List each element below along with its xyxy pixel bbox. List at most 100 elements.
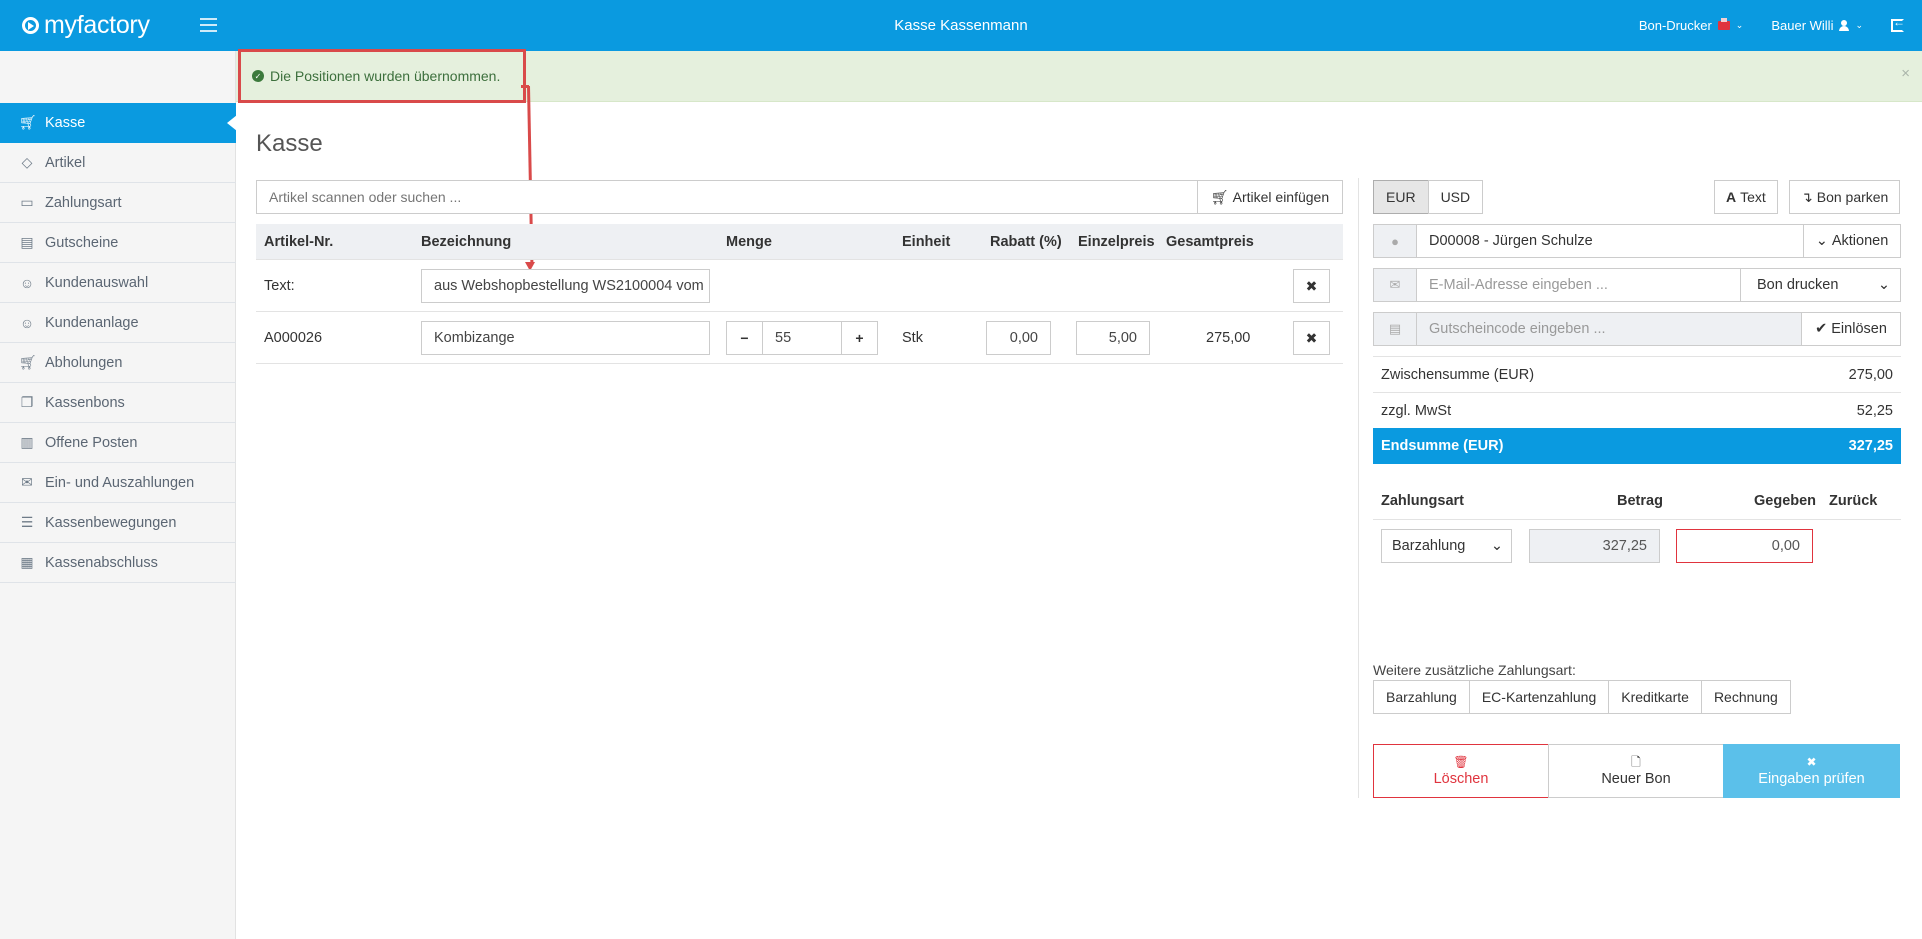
column-header: Einzelpreis (1078, 234, 1155, 250)
table-row: A000026 Kombizange − 55 + Stk 0,00 5,00 … (256, 312, 1343, 364)
vat-value: 52,25 (1856, 402, 1893, 419)
close-icon: ✖ (1806, 754, 1817, 769)
user-label: Bauer Willi (1771, 18, 1834, 33)
sidebar-item-label: Kundenanlage (45, 314, 139, 331)
payment-method-select[interactable]: Barzahlung ⌄ (1381, 529, 1512, 563)
currency-eur-button[interactable]: EUR (1373, 180, 1429, 214)
vat-label: zzgl. MwSt (1381, 402, 1452, 419)
level-down-icon: ↴ (1801, 188, 1813, 205)
subtotal-row: Zwischensumme (EUR) 275,00 (1373, 356, 1901, 392)
article-search-row: 🛒︎ Artikel einfügen (256, 180, 1343, 214)
check-inputs-button[interactable]: ✖ Eingaben prüfen (1723, 744, 1900, 798)
printer-menu[interactable]: Bon-Drucker ⌄ (1638, 18, 1743, 33)
user-icon: ● (1373, 224, 1417, 258)
article-search-input[interactable] (256, 180, 1197, 214)
discount-input[interactable]: 0,00 (986, 321, 1051, 355)
sidebar-item-abholungen[interactable]: 🛒︎ Abholungen (0, 343, 236, 383)
printer-label: Bon-Drucker (1638, 18, 1712, 33)
payment-header-given: Gegeben (1754, 493, 1817, 509)
sidebar-item-label: Abholungen (45, 354, 123, 371)
text-button[interactable]: A Text (1714, 180, 1778, 214)
column-header: Gesamtpreis (1166, 234, 1254, 250)
quantity-increase-button[interactable]: + (841, 321, 878, 355)
vat-row: zzgl. MwSt 52,25 (1373, 392, 1901, 428)
sidebar-item-kasse[interactable]: 🛒︎ Kasse (0, 103, 237, 143)
sidebar-item-gutscheine[interactable]: ▤ Gutscheine (0, 223, 236, 263)
sidebar-item-kassenbewegungen[interactable]: ☰ Kassenbewegungen (0, 503, 236, 543)
unit-price-input[interactable]: 5,00 (1076, 321, 1150, 355)
text-button-label: Text (1740, 189, 1766, 205)
sidebar-item-kundenanlage[interactable]: ☺ Kundenanlage (0, 303, 236, 343)
cart-icon: 🛒︎ (19, 114, 37, 130)
sidebar-item-label: Artikel (45, 154, 86, 171)
check-inputs-label: Eingaben prüfen (1758, 770, 1865, 787)
page-title: Kasse (256, 130, 323, 157)
subtotal-value: 275,00 (1848, 366, 1893, 383)
sidebar-item-artikel[interactable]: ◇ Artikel (0, 143, 236, 183)
sidebar-item-label: Kassenbons (45, 394, 125, 411)
close-icon: ✖ (1305, 277, 1318, 294)
minus-icon: − (740, 330, 749, 346)
park-bon-label: Bon parken (1816, 189, 1889, 205)
actions-button[interactable]: ⌄ Aktionen (1804, 224, 1901, 258)
insert-article-button[interactable]: 🛒︎ Artikel einfügen (1197, 180, 1343, 214)
sidebar-item-label: Kasse (45, 114, 86, 131)
logout-button[interactable] (1891, 15, 1905, 32)
sidebar-item-label: Offene Posten (45, 434, 138, 451)
user-menu[interactable]: Bauer Willi ⌄ (1771, 18, 1863, 33)
payment-method-value: Barzahlung (1392, 538, 1466, 554)
add-ec-payment-button[interactable]: EC-Kartenzahlung (1468, 680, 1610, 714)
remove-row-button[interactable]: ✖ (1293, 269, 1330, 303)
more-payment-group: Barzahlung EC-Kartenzahlung Kreditkarte … (1373, 680, 1791, 714)
font-icon: A (1726, 189, 1737, 205)
payment-header-method: Zahlungsart (1381, 493, 1464, 509)
total-label: Endsumme (EUR) (1381, 438, 1504, 454)
add-cash-payment-button[interactable]: Barzahlung (1373, 680, 1470, 714)
sidebar-item-label: Ein- und Auszahlungen (45, 474, 195, 491)
payment-given-input[interactable]: 0,00 (1676, 529, 1813, 563)
voucher-input[interactable]: Gutscheincode eingeben ... (1417, 312, 1802, 346)
article-name-input[interactable]: Kombizange (421, 321, 710, 355)
park-bon-button[interactable]: ↴ Bon parken (1789, 180, 1901, 214)
trash-icon: 🗑︎ (1453, 754, 1469, 769)
currency-usd-button[interactable]: USD (1427, 180, 1484, 214)
user-icon: ☺ (19, 314, 35, 331)
add-invoice-payment-button[interactable]: Rechnung (1700, 680, 1791, 714)
menu-toggle-icon[interactable] (200, 18, 217, 32)
sidebar-item-ein-auszahlungen[interactable]: ✉ Ein- und Auszahlungen (0, 463, 236, 503)
currency-toggle: EUR USD (1373, 180, 1484, 214)
sidebar-item-offene-posten[interactable]: ▥ Offene Posten (0, 423, 236, 463)
quantity-input[interactable]: 55 (762, 321, 842, 355)
remove-row-button[interactable]: ✖ (1293, 321, 1330, 355)
success-alert: ✓ Die Positionen wurden übernommen. × (236, 51, 1922, 102)
logo[interactable]: myfactory (22, 11, 150, 40)
text-row-label: Text: (264, 278, 295, 294)
sidebar-item-kundenauswahl[interactable]: ☺ Kundenauswahl (0, 263, 236, 303)
customer-field[interactable]: D00008 - Jürgen Schulze (1417, 224, 1804, 258)
text-row-input[interactable]: aus Webshopbestellung WS2100004 vom (421, 269, 710, 303)
plus-icon: + (855, 330, 864, 346)
total-price: 275,00 (1206, 330, 1251, 346)
copy-icon: ❐ (20, 394, 34, 410)
alert-message: Die Positionen wurden übernommen. (270, 68, 501, 84)
voucher-group: ▤ Gutscheincode eingeben ... ✔ Einlösen (1373, 312, 1901, 346)
customer-group: ● D00008 - Jürgen Schulze ⌄ Aktionen (1373, 224, 1901, 258)
new-bon-button[interactable]: 🗋︎ Neuer Bon (1548, 744, 1724, 798)
payment-header-divider (1373, 519, 1901, 520)
close-icon[interactable]: × (1901, 65, 1910, 82)
sidebar-item-label: Kassenabschluss (45, 554, 158, 571)
app-title: Kasse Kassenmann (894, 17, 1028, 34)
sidebar-item-kassenbons[interactable]: ❐ Kassenbons (0, 383, 236, 423)
add-credit-card-payment-button[interactable]: Kreditkarte (1608, 680, 1702, 714)
cart-icon: 🛒︎ (19, 354, 37, 370)
email-input[interactable]: E-Mail-Adresse eingeben ... (1417, 268, 1741, 302)
print-select[interactable]: Bon drucken ⌄ (1741, 268, 1901, 302)
close-icon: ✖ (1305, 329, 1318, 346)
sidebar-item-zahlungsart[interactable]: ▭ Zahlungsart (0, 183, 236, 223)
quantity-decrease-button[interactable]: − (726, 321, 763, 355)
sidebar-item-kassenabschluss[interactable]: ▦ Kassenabschluss (0, 543, 236, 583)
delete-button[interactable]: 🗑︎ Löschen (1373, 744, 1549, 798)
chevron-down-icon: ⌄ (1490, 538, 1503, 554)
file-icon: 🗋︎ (1631, 754, 1641, 769)
redeem-button[interactable]: ✔ Einlösen (1802, 312, 1901, 346)
